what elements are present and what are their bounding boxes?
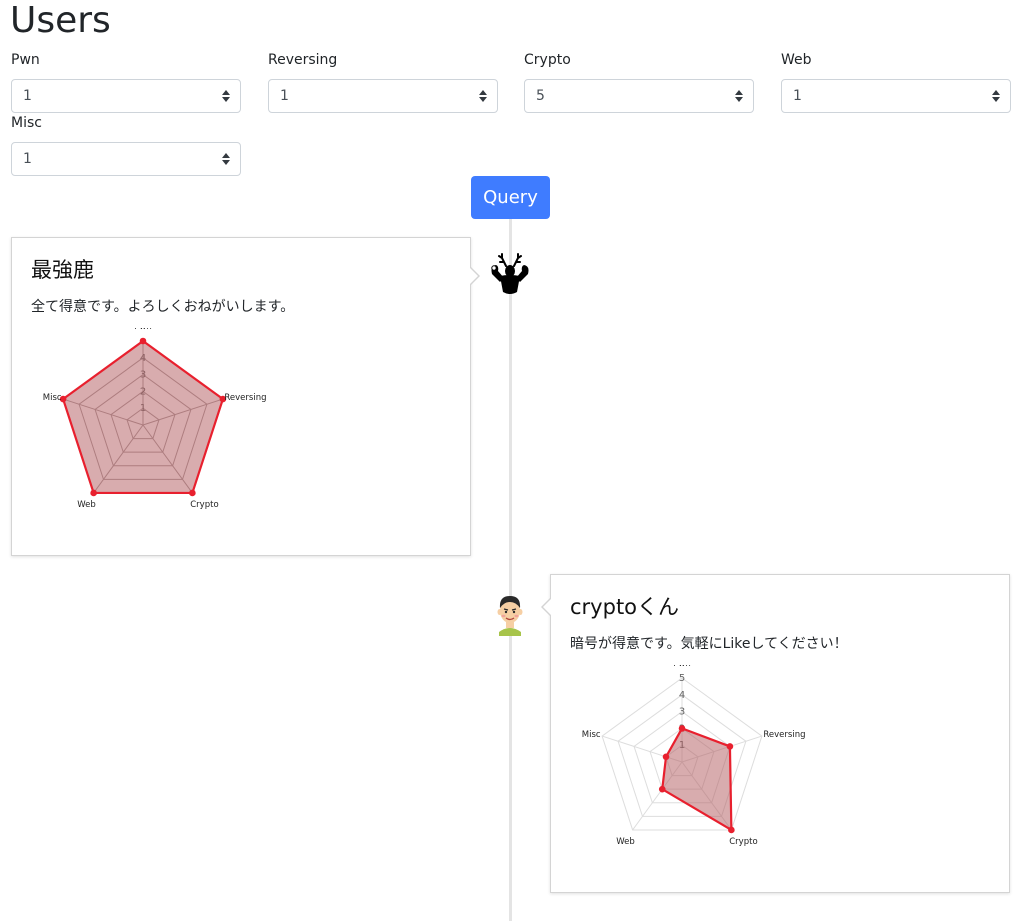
filter-select-reversing[interactable]: 1 bbox=[268, 79, 498, 113]
radar-axis-label: Pwn bbox=[134, 328, 151, 332]
radar-axis-label: Crypto bbox=[729, 837, 757, 847]
skill-radar-chart: 1234PwnReversingCryptoWebMisc bbox=[43, 328, 267, 510]
filter-label-web: Web bbox=[781, 52, 812, 68]
filter-select-web[interactable]: 1 bbox=[781, 79, 1011, 113]
select-arrows-icon bbox=[479, 89, 487, 103]
user-name: cryptoくん bbox=[570, 595, 680, 619]
radar-axis-label: Misc bbox=[43, 393, 62, 403]
radar-axis-label: Reversing bbox=[224, 393, 266, 403]
radar-axis-label: Crypto bbox=[190, 500, 218, 510]
radar-data-point bbox=[662, 753, 670, 761]
radar-axis-label: Web bbox=[616, 837, 635, 847]
radar-axis-label: Reversing bbox=[763, 730, 805, 740]
radar-axis-label: Pwn bbox=[673, 665, 690, 669]
radar-data-area bbox=[61, 339, 225, 495]
radar-data-point bbox=[678, 725, 686, 732]
select-arrows-icon bbox=[222, 152, 230, 166]
user-card: cryptoくん 暗号が得意です。気軽にLikeしてください！ 12345Pwn… bbox=[541, 574, 1010, 893]
select-arrows-icon bbox=[222, 89, 230, 103]
radar-data-area bbox=[661, 727, 733, 832]
smiling-boy-icon bbox=[486, 588, 534, 636]
filter-value-pwn: 1 bbox=[23, 88, 32, 104]
filter-label-crypto: Crypto bbox=[524, 52, 571, 68]
page-title: Users bbox=[10, 0, 111, 41]
query-button[interactable]: Query bbox=[471, 176, 550, 219]
card-pointer bbox=[541, 597, 552, 617]
radar-axis-label: Misc bbox=[582, 730, 601, 740]
user-description: 全て得意です。よろしくおねがいします。 bbox=[31, 299, 295, 315]
radar-tick-label: 5 bbox=[679, 673, 685, 684]
skill-radar-chart: 12345PwnReversingCryptoWebMisc bbox=[582, 665, 806, 847]
select-arrows-icon bbox=[992, 89, 1000, 103]
card-pointer bbox=[469, 266, 480, 286]
radar-data-point bbox=[728, 826, 735, 834]
user-card: 最強鹿 全て得意です。よろしくおねがいします。 1234PwnReversing… bbox=[11, 237, 480, 556]
user-name: 最強鹿 bbox=[31, 258, 94, 282]
filter-value-misc: 1 bbox=[23, 151, 32, 167]
muscular-deer-icon bbox=[486, 252, 534, 300]
radar-tick-label: 4 bbox=[679, 690, 685, 701]
radar-data-point bbox=[90, 489, 97, 497]
radar-axis-label: Web bbox=[77, 500, 96, 510]
radar-data-point bbox=[726, 743, 734, 750]
filter-select-crypto[interactable]: 5 bbox=[524, 79, 754, 113]
filter-select-pwn[interactable]: 1 bbox=[11, 79, 241, 113]
timeline-line bbox=[509, 219, 512, 921]
filter-label-reversing: Reversing bbox=[268, 52, 338, 68]
radar-data-point bbox=[139, 337, 147, 345]
filter-select-misc[interactable]: 1 bbox=[11, 142, 241, 176]
select-arrows-icon bbox=[735, 89, 743, 103]
radar-tick-label: 3 bbox=[679, 707, 685, 718]
filter-value-web: 1 bbox=[793, 88, 802, 104]
radar-data-point bbox=[189, 489, 196, 497]
user-description: 暗号が得意です。気軽にLikeしてください！ bbox=[570, 636, 848, 652]
filter-label-misc: Misc bbox=[11, 115, 42, 131]
radar-data-point bbox=[658, 785, 666, 793]
filter-value-reversing: 1 bbox=[280, 88, 289, 104]
filter-value-crypto: 5 bbox=[536, 88, 545, 104]
filter-label-pwn: Pwn bbox=[11, 52, 40, 68]
